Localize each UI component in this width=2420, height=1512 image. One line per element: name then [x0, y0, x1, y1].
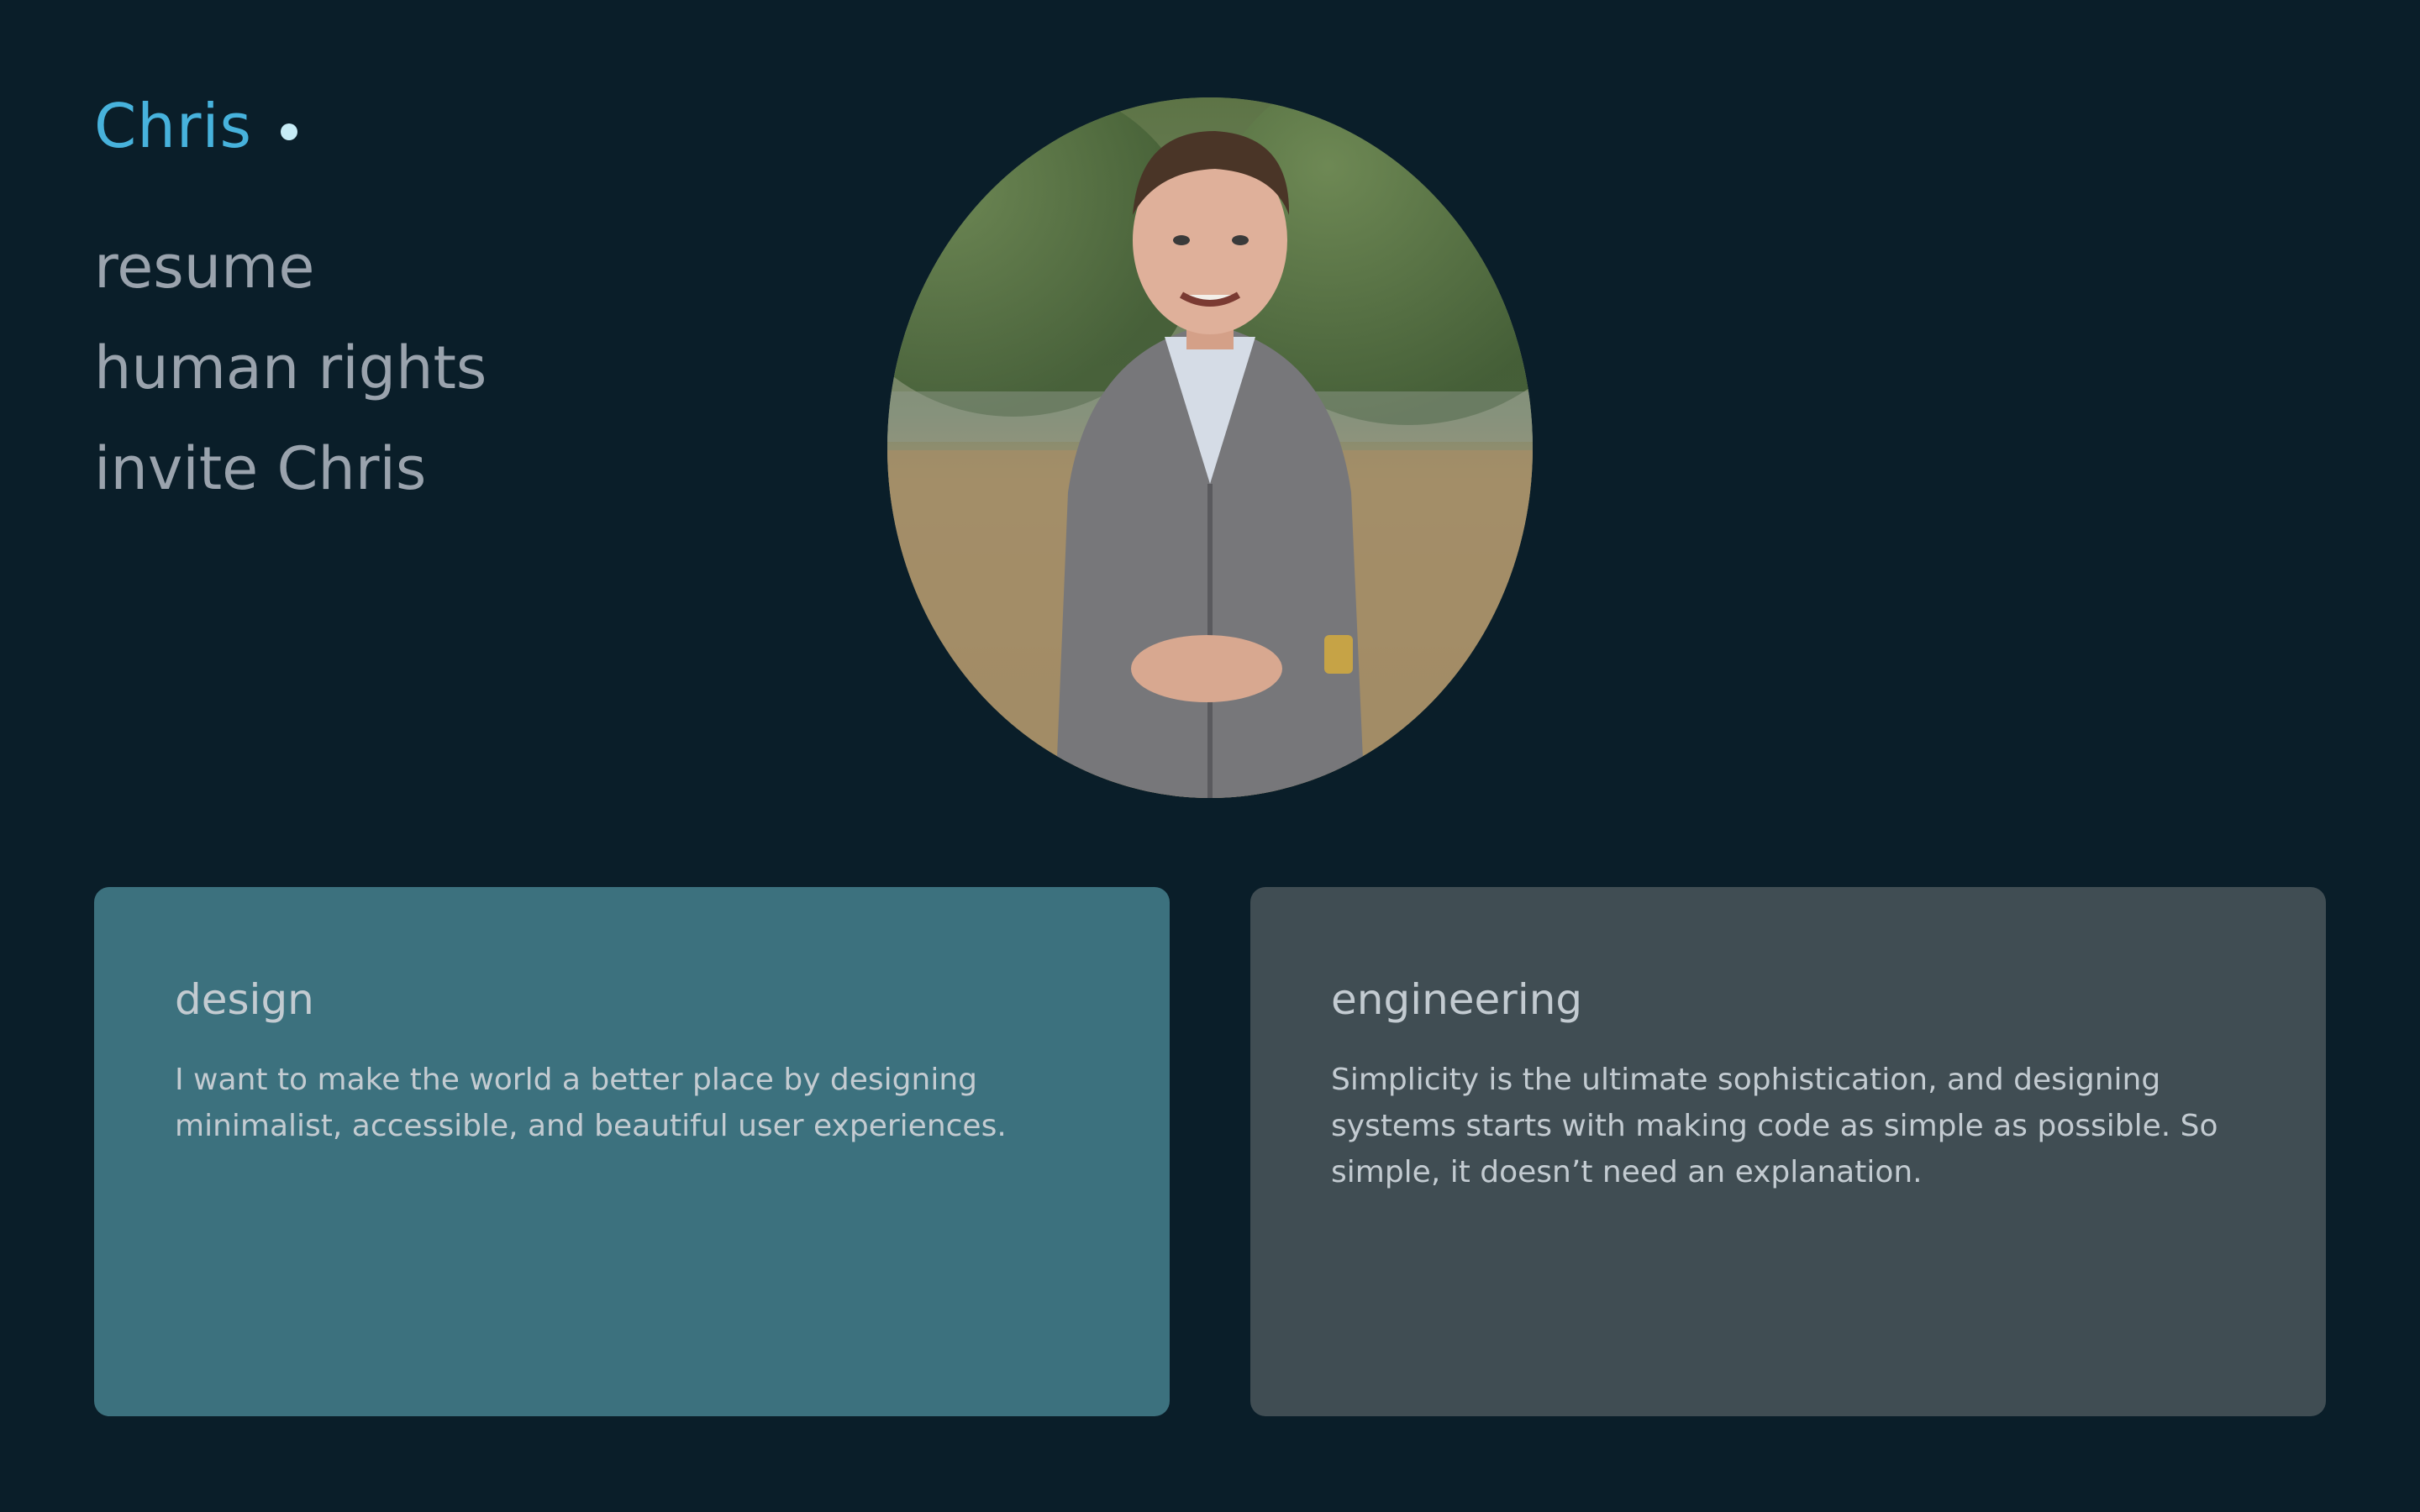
engineering-card-text: Simplicity is the ultimate sophisticatio…: [1331, 1063, 2218, 1189]
engineering-card: engineering Simplicity is the ultimate s…: [1250, 887, 2326, 1416]
nav-link-invite[interactable]: invite Chris: [94, 418, 487, 519]
brand-name: Chris: [94, 91, 253, 161]
main-nav: resume human rights invite Chris: [94, 217, 487, 519]
design-card-text: I want to make the world a better place …: [175, 1063, 1007, 1143]
design-card-title: design: [175, 975, 314, 1024]
nav-link-resume[interactable]: resume: [94, 217, 487, 318]
brand-dot-icon: [281, 123, 298, 140]
engineering-card-title: engineering: [1331, 975, 1583, 1024]
nav-link-human-rights[interactable]: human rights: [94, 318, 487, 418]
portrait-photo: [887, 97, 1533, 798]
brand-home-link[interactable]: Chris: [94, 84, 298, 168]
design-card: design I want to make the world a better…: [94, 887, 1170, 1416]
person-photo-icon: [887, 97, 1533, 798]
